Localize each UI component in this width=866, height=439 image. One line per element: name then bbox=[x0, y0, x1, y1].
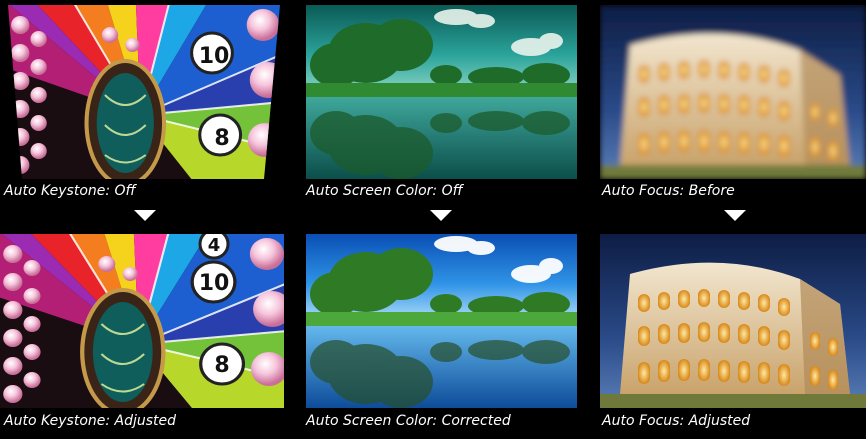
caption-keystone-adjusted: Auto Keystone: Adjusted bbox=[4, 413, 177, 429]
caption-keystone-off: Auto Keystone: Off bbox=[4, 183, 136, 199]
focus-adjusted-image bbox=[600, 234, 866, 408]
screen-color-corrected-image bbox=[306, 234, 577, 408]
wheel-number: 8 bbox=[214, 126, 229, 151]
caption-focus-before: Auto Focus: Before bbox=[602, 183, 735, 199]
keystone-adjusted-image: 4 10 8 bbox=[0, 234, 284, 408]
keystone-off-image: 10 8 bbox=[0, 5, 280, 179]
wheel-number: 10 bbox=[199, 44, 230, 69]
down-arrow-icon bbox=[724, 210, 746, 221]
caption-screen-color-corrected: Auto Screen Color: Corrected bbox=[306, 413, 511, 429]
wheel-number: 10 bbox=[199, 271, 230, 296]
caption-screen-color-off: Auto Screen Color: Off bbox=[306, 183, 463, 199]
screen-color-off-image bbox=[306, 5, 577, 179]
wheel-number: 8 bbox=[214, 353, 229, 378]
focus-before-image bbox=[600, 5, 866, 179]
caption-focus-adjusted: Auto Focus: Adjusted bbox=[602, 413, 751, 429]
down-arrow-icon bbox=[430, 210, 452, 221]
down-arrow-icon bbox=[134, 210, 156, 221]
wheel-number: 4 bbox=[208, 235, 221, 256]
